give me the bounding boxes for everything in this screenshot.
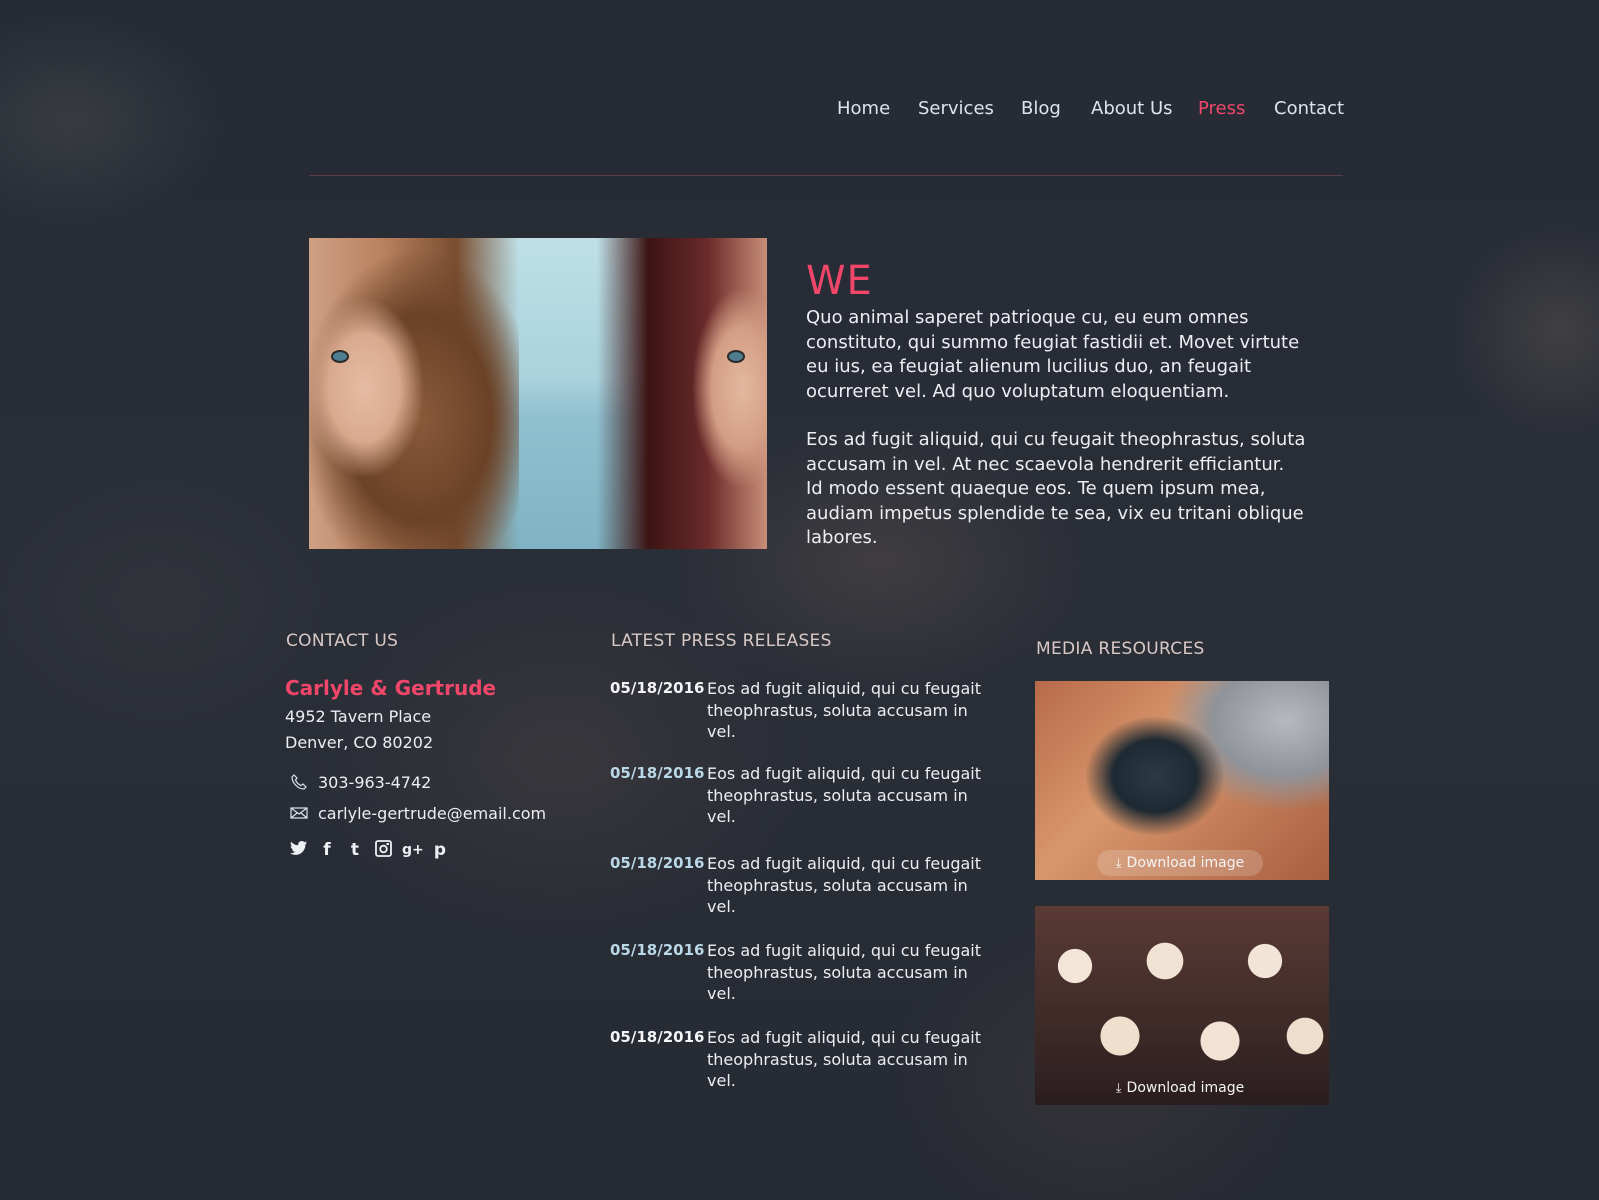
phone-icon [289,773,309,796]
facebook-icon[interactable]: f [317,840,337,860]
press-release-text[interactable]: Eos ad fugit aliquid, qui cu feugait the… [707,763,982,828]
page-background [0,0,1599,1200]
download-icon: ⤓ [1115,856,1122,871]
download-image-button[interactable]: ⤓ Download image [1097,850,1263,876]
press-release-date: 05/18/2016 [610,1028,705,1046]
hero-image-left-face [309,238,519,549]
hero-heading: WE [806,258,873,304]
twitter-icon[interactable] [289,840,309,860]
pinterest-icon[interactable]: p [430,840,450,860]
instagram-icon[interactable] [373,840,393,860]
hero-image-eye-left [331,350,349,363]
press-release-text[interactable]: Eos ad fugit aliquid, qui cu feugait the… [707,940,982,1005]
press-release-date: 05/18/2016 [610,854,705,872]
hero-paragraph-1: Quo animal saperet patrioque cu, eu eum … [806,307,1300,402]
company-name: Carlyle & Gertrude [285,676,497,700]
nav-item-services[interactable]: Services [918,98,994,119]
nav-item-about-us[interactable]: About Us [1091,98,1173,119]
address-line-2: Denver, CO 80202 [285,733,434,752]
press-release-date: 05/18/2016 [610,941,705,959]
press-heading: LATEST PRESS RELEASES [611,631,832,651]
hero-image-eye-right [727,350,745,363]
header-divider [309,175,1343,176]
google-plus-icon[interactable]: g+ [402,840,424,860]
media-image-cupcakes: ⤓ Download image [1035,906,1329,1105]
nav-item-press[interactable]: Press [1198,98,1245,119]
envelope-icon [289,805,309,825]
download-label: Download image [1126,1080,1245,1096]
nav-item-contact[interactable]: Contact [1274,98,1344,119]
hero-paragraph-2: Eos ad fugit aliquid, qui cu feugait the… [806,429,1306,548]
nav-item-home[interactable]: Home [837,98,890,119]
download-image-button[interactable]: ⤓ Download image [1097,1075,1263,1101]
press-release-date: 05/18/2016 [610,679,705,697]
tumblr-icon[interactable]: t [345,840,365,860]
download-label: Download image [1126,855,1245,871]
hero-image [309,238,767,549]
phone-number[interactable]: 303-963-4742 [318,773,431,792]
press-release-text[interactable]: Eos ad fugit aliquid, qui cu feugait the… [707,678,982,743]
address-line-1: 4952 Tavern Place [285,707,432,726]
press-release-date: 05/18/2016 [610,764,705,782]
press-release-text[interactable]: Eos ad fugit aliquid, qui cu feugait the… [707,1027,982,1092]
hero-image-right-face [597,238,767,549]
media-image-camera: ⤓ Download image [1035,681,1329,880]
email-link[interactable]: carlyle-gertrude@email.com [318,804,546,823]
contact-heading: CONTACT US [286,631,399,651]
media-heading: MEDIA RESOURCES [1036,639,1205,659]
nav-item-blog[interactable]: Blog [1021,98,1061,119]
press-release-text[interactable]: Eos ad fugit aliquid, qui cu feugait the… [707,853,982,918]
download-icon: ⤓ [1115,1081,1122,1096]
